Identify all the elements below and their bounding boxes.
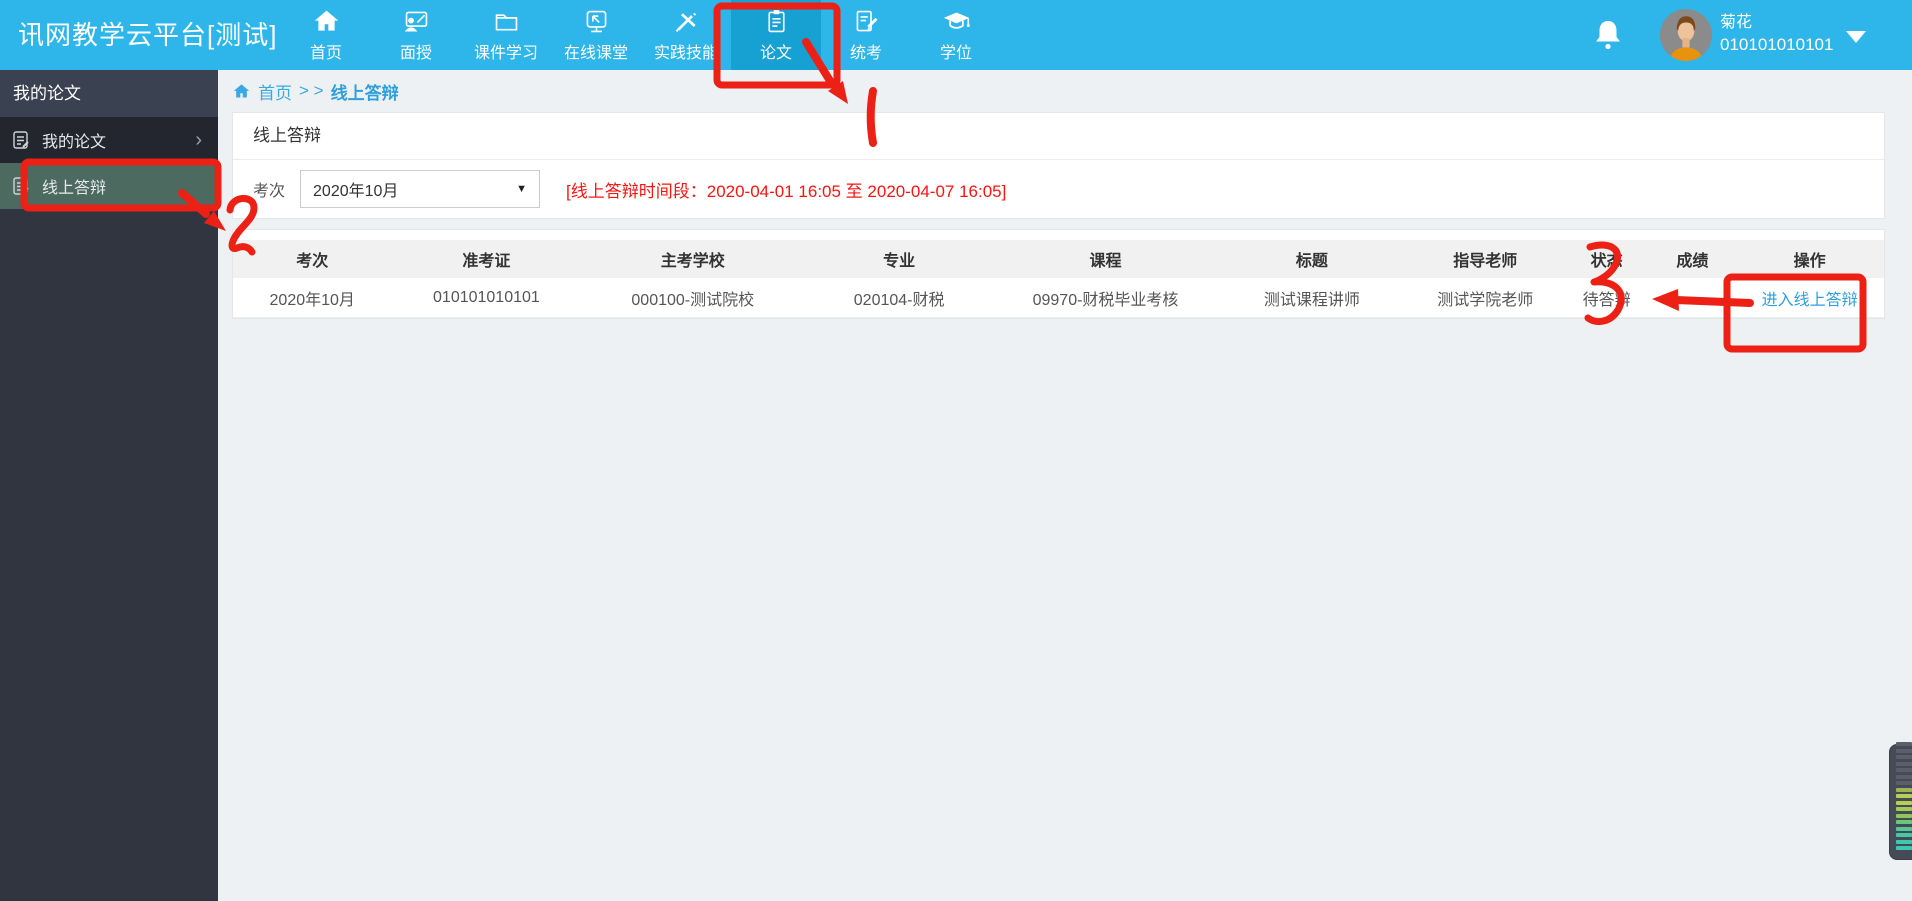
filter-row: 考次 2020年10月 ▼ [线上答辩时间段：2020-04-01 16:05 … [233, 160, 1884, 218]
sidebar-group-title: 我的论文 [0, 70, 218, 117]
document-icon [11, 176, 31, 196]
home-icon[interactable] [232, 82, 251, 101]
home-icon [312, 7, 341, 36]
cell-host-school: 000100-测试院校 [581, 278, 805, 318]
exam-icon [852, 7, 881, 36]
online-class-icon [582, 7, 611, 36]
page-header: 讯网教学云平台[测试] 首页 面授 课件学习 在线课堂 实践技能 论文 统考 学… [0, 0, 1912, 70]
defense-table: 考次 准考证 主考学校 专业 课程 标题 指导老师 状态 成绩 操作 2020年… [233, 240, 1884, 318]
notification-bell-icon[interactable] [1592, 18, 1624, 52]
nav-item-label: 首页 [309, 45, 342, 62]
cell-admission-no: 010101010101 [391, 278, 582, 318]
col-title: 标题 [1216, 240, 1407, 278]
sidebar-item-online-defense[interactable]: 线上答辩 [0, 163, 218, 209]
nav-item-label: 论文 [759, 45, 792, 62]
sidebar-item-label: 我的论文 [42, 134, 107, 151]
document-icon [11, 130, 31, 150]
widget-stripe [1896, 800, 1912, 805]
widget-stripe [1896, 774, 1912, 779]
widget-stripe [1896, 768, 1912, 772]
chevron-down-icon[interactable] [1846, 31, 1866, 43]
session-filter-label: 考次 [253, 183, 286, 200]
cell-course: 09970-财税毕业考核 [994, 278, 1217, 318]
avatar[interactable] [1660, 9, 1712, 61]
widget-stripe [1896, 839, 1912, 844]
table-header-row: 考次 准考证 主考学校 专业 课程 标题 指导老师 状态 成绩 操作 [233, 240, 1884, 278]
nav-item-courseware[interactable]: 课件学习 [461, 0, 551, 70]
status-text: 待答辩 [1563, 278, 1650, 318]
user-info[interactable]: 菊花 010101010101 [1720, 12, 1833, 56]
app-logo-title: 讯网教学云平台[测试] [18, 20, 278, 50]
lecture-icon [402, 7, 431, 36]
breadcrumb-separator: > > [299, 81, 324, 100]
session-select[interactable]: 2020年10月 ▼ [300, 170, 541, 208]
nav-item-practical-skills[interactable]: 实践技能 [641, 0, 731, 70]
col-admission-no: 准考证 [391, 240, 582, 278]
col-host-school: 主考学校 [581, 240, 805, 278]
defense-table-panel: 考次 准考证 主考学校 专业 课程 标题 指导老师 状态 成绩 操作 2020年… [232, 229, 1885, 319]
cell-advisor: 测试学院老师 [1406, 278, 1564, 318]
nav-item-label: 面授 [399, 45, 432, 62]
cell-major: 020104-财税 [804, 278, 995, 318]
col-course: 课程 [994, 240, 1217, 278]
cell-action: 进入线上答辩 [1735, 278, 1884, 318]
nav-item-label: 学位 [939, 45, 972, 62]
widget-stripe [1896, 820, 1912, 824]
main-content: 首页 > > 线上答辩 线上答辩 考次 2020年10月 ▼ [线上答辩时间段：… [218, 70, 1912, 901]
nav-item-thesis[interactable]: 论文 [731, 0, 821, 70]
nav-item-home[interactable]: 首页 [281, 0, 371, 70]
user-id: 010101010101 [1720, 35, 1834, 54]
breadcrumb-home-link[interactable]: 首页 [258, 79, 292, 104]
degree-icon [942, 7, 971, 36]
col-score: 成绩 [1649, 240, 1736, 278]
breadcrumb-current: 线上答辩 [330, 83, 399, 103]
nav-item-degree[interactable]: 学位 [911, 0, 1001, 70]
top-nav: 首页 面授 课件学习 在线课堂 实践技能 论文 统考 学位 [281, 0, 1001, 70]
select-caret-icon: ▼ [516, 183, 528, 195]
cell-exam-session: 2020年10月 [233, 278, 392, 318]
widget-stripe [1896, 833, 1912, 837]
sidebar-item-label: 线上答辩 [42, 180, 107, 197]
nav-item-label: 课件学习 [473, 45, 538, 62]
widget-stripe [1896, 807, 1912, 811]
col-major: 专业 [804, 240, 995, 278]
courseware-icon [492, 7, 521, 36]
nav-item-label: 统考 [849, 45, 882, 62]
page-title: 线上答辩 [233, 113, 1884, 160]
widget-stripe [1896, 755, 1912, 759]
chevron-right-icon: › [195, 129, 202, 151]
col-action: 操作 [1735, 240, 1884, 278]
defense-panel: 线上答辩 考次 2020年10月 ▼ [线上答辩时间段：2020-04-01 1… [232, 112, 1885, 219]
nav-item-label: 实践技能 [653, 45, 718, 62]
sidebar-item-my-thesis[interactable]: 我的论文 › [0, 117, 218, 163]
enter-online-defense-link[interactable]: 进入线上答辩 [1762, 292, 1858, 309]
skills-icon [672, 7, 701, 36]
table-row: 2020年10月 010101010101 000100-测试院校 020104… [233, 278, 1884, 318]
widget-stripe [1896, 813, 1912, 818]
col-exam-session: 考次 [233, 240, 392, 278]
defense-period-notice: [线上答辩时间段：2020-04-01 16:05 至 2020-04-07 1… [566, 181, 1007, 201]
col-status: 状态 [1563, 240, 1650, 278]
nav-item-unified-exam[interactable]: 统考 [821, 0, 911, 70]
widget-stripe [1896, 826, 1912, 831]
cell-score [1649, 278, 1736, 318]
widget-stripe [1896, 761, 1912, 766]
session-select-value: 2020年10月 [313, 183, 399, 200]
col-advisor: 指导老师 [1406, 240, 1564, 278]
user-name: 菊花 [1720, 14, 1753, 31]
scroll-widget[interactable] [1889, 742, 1912, 860]
nav-item-online-class[interactable]: 在线课堂 [551, 0, 641, 70]
nav-item-label: 在线课堂 [563, 45, 628, 62]
thesis-icon [762, 7, 791, 36]
widget-stripe [1896, 781, 1912, 785]
sidebar: 我的论文 我的论文 › 线上答辩 [0, 70, 218, 901]
widget-stripe [1896, 742, 1912, 746]
widget-stripe [1896, 846, 1912, 850]
widget-stripe [1896, 748, 1912, 753]
nav-item-face-teaching[interactable]: 面授 [371, 0, 461, 70]
widget-stripe [1896, 794, 1912, 798]
cell-title: 测试课程讲师 [1216, 278, 1407, 318]
widget-stripe [1896, 787, 1912, 792]
breadcrumb: 首页 > > 线上答辩 [218, 70, 1912, 112]
